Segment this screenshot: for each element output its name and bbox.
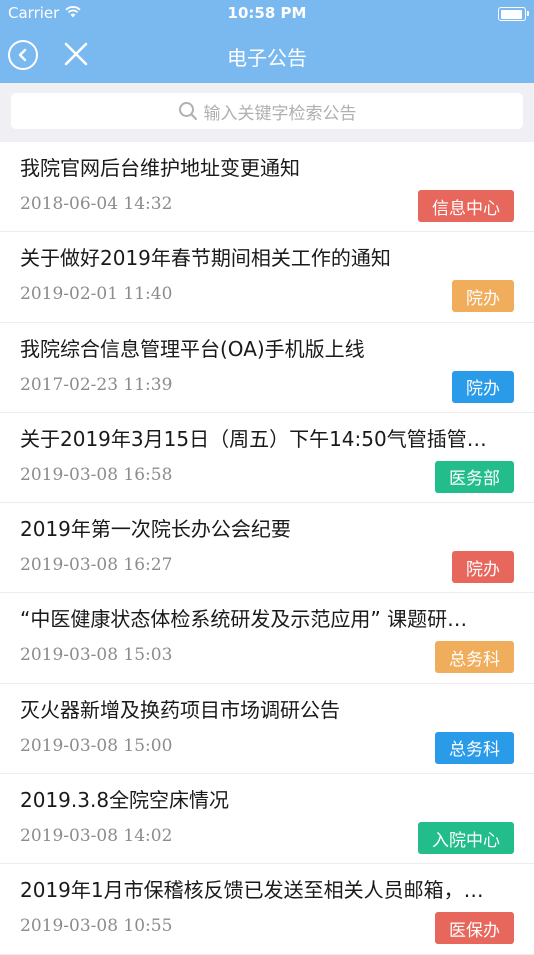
search-placeholder: 输入关键字检索公告: [203, 103, 357, 124]
item-date: 2019-02-01 11:40: [20, 284, 173, 305]
item-date: 2019-03-08 15:03: [20, 645, 173, 666]
list-item[interactable]: 2019年第一次院长办公会纪要 2019-03-08 16:27 院办: [0, 503, 534, 594]
item-title: 关于2019年3月15日（周五）下午14:50气管插管…: [20, 426, 487, 451]
item-title: “中医健康状态体检系统研发及示范应用” 课题研…: [20, 607, 468, 632]
battery-icon: [498, 7, 529, 21]
item-date: 2019-03-08 16:27: [20, 555, 173, 576]
department-tag: 医保办: [435, 912, 514, 945]
item-title: 2019.3.8全院空床情况: [20, 788, 230, 813]
department-tag: 院办: [452, 280, 514, 313]
item-title: 我院官网后台维护地址变更通知: [20, 156, 300, 180]
item-date: 2019-03-08 16:58: [20, 464, 173, 485]
department-tag: 信息中心: [418, 190, 514, 222]
list-item[interactable]: 我院综合信息管理平台(OA)手机版上线 2017-02-23 11:39 院办: [0, 323, 534, 413]
list-item[interactable]: 我院官网后台维护地址变更通知 2018-06-04 14:32 信息中心: [0, 142, 534, 233]
item-date: 2019-03-08 14:02: [20, 826, 173, 847]
search-input[interactable]: 输入关键字检索公告: [11, 93, 523, 129]
list-item[interactable]: 关于2019年3月15日（周五）下午14:50气管插管… 2019-03-08 …: [0, 413, 534, 504]
page-title: 电子公告: [227, 46, 307, 70]
department-tag: 入院中心: [418, 822, 514, 855]
item-date: 2019-03-08 15:00: [20, 735, 173, 756]
department-tag: 院办: [452, 370, 514, 403]
status-time: 10:58 PM: [227, 4, 307, 22]
list-item[interactable]: “中医健康状态体检系统研发及示范应用” 课题研… 2019-03-08 15:0…: [0, 593, 534, 684]
list-item[interactable]: 关于做好2019年春节期间相关工作的通知 2019-02-01 11:40 院办: [0, 232, 534, 323]
item-date: 2019-03-08 10:55: [20, 916, 173, 937]
department-tag: 院办: [452, 551, 514, 584]
app-header: Carrier 10:58 PM 电子公告: [0, 0, 534, 83]
item-date: 2017-02-23 11:39: [20, 374, 173, 395]
search-area: 输入关键字检索公告: [0, 83, 534, 142]
item-title: 灭火器新增及换药项目市场调研公告: [20, 697, 340, 722]
list-item[interactable]: 2019年1月市保稽核反馈已发送至相关人员邮箱，… 2019-03-08 10:…: [0, 864, 534, 955]
department-tag: 总务科: [435, 641, 514, 674]
item-title: 2019年1月市保稽核反馈已发送至相关人员邮箱，…: [20, 878, 484, 903]
announcement-list: 我院官网后台维护地址变更通知 2018-06-04 14:32 信息中心 关于做…: [0, 142, 534, 955]
status-bar: Carrier 10:58 PM: [0, 0, 534, 28]
search-icon: [178, 102, 197, 120]
item-title: 我院综合信息管理平台(OA)手机版上线: [20, 336, 365, 361]
department-tag: 总务科: [435, 731, 514, 764]
nav-bar: 电子公告: [0, 28, 534, 83]
item-title: 关于做好2019年春节期间相关工作的通知: [20, 246, 391, 271]
list-item[interactable]: 2019.3.8全院空床情况 2019-03-08 14:02 入院中心: [0, 774, 534, 865]
department-tag: 医务部: [435, 460, 514, 493]
list-item[interactable]: 灭火器新增及换药项目市场调研公告 2019-03-08 15:00 总务科: [0, 684, 534, 775]
item-date: 2018-06-04 14:32: [20, 194, 173, 214]
item-title: 2019年第一次院长办公会纪要: [20, 517, 291, 542]
